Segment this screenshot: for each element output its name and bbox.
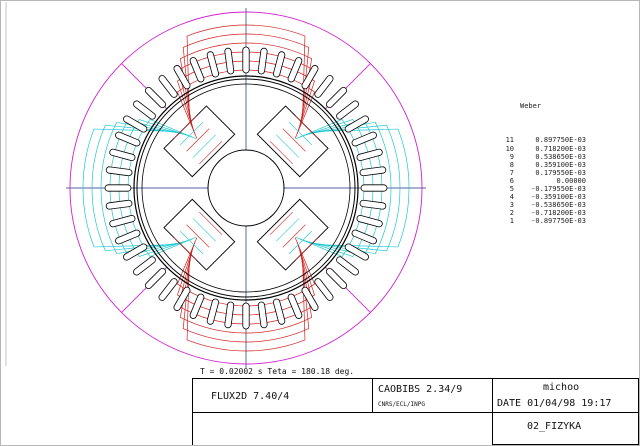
stator-slot — [336, 100, 359, 120]
stator-slot — [105, 166, 133, 177]
legend-level-value: -0.538650E-03 — [531, 201, 586, 210]
stator-slot — [104, 184, 132, 192]
legend-level-index: 2 — [509, 209, 514, 218]
mesher-label: CAOBIBS 2.34/9 — [378, 384, 463, 395]
legend-level-value: 0.897750E-03 — [535, 136, 586, 145]
stator-slot — [189, 293, 205, 319]
stator-slot — [359, 199, 387, 210]
legend-level-value: 0.179550E-03 — [535, 168, 586, 177]
project-cell: 02_FIZYKA — [493, 413, 639, 445]
time-angle-readout: T = 0.02002 s Teta = 180.18 deg. — [200, 367, 355, 376]
rotor-flux-line — [186, 128, 210, 152]
rotor-flux-line — [192, 218, 216, 242]
legend-level-index: 8 — [509, 160, 514, 169]
software-label: FLUX2D 7.40/4 — [211, 391, 290, 402]
legend-rows: 11 0.897750E-03 10 0.718200E-03 9 0.538650E-0… — [500, 136, 586, 225]
legend-row: 2 -0.718200E-03 — [500, 209, 586, 217]
stator-slot — [351, 229, 377, 245]
legend-level-value: 0.538650E-03 — [535, 152, 586, 161]
legend-row: 10 0.718200E-03 — [500, 145, 586, 153]
motor-cross-section — [66, 8, 426, 368]
project-label: 02_FIZYKA — [527, 421, 582, 432]
legend-row: 5 -0.179550E-03 — [500, 185, 586, 193]
flux-legend: Weber 11 0.897750E-03 10 0.718200E-03 9 0.538… — [500, 86, 586, 234]
stator-slot — [115, 131, 141, 147]
user-label: michoo — [543, 382, 580, 393]
legend-row: 1 -0.897750E-03 — [500, 217, 586, 225]
rotor-flux-line — [276, 134, 300, 158]
legend-unit-label: Weber — [520, 102, 542, 111]
legend-level-index: 10 — [505, 144, 514, 153]
stator-slot — [287, 293, 303, 319]
legend-row: 4 -0.359100E-03 — [500, 193, 586, 201]
org-label: CNRS/ECL/INPG — [378, 401, 425, 408]
legend-row: 6 0.00000 — [500, 177, 586, 185]
stator-slot — [314, 278, 334, 301]
rotor-flux-line — [295, 237, 319, 261]
rotor-flux-line — [173, 115, 197, 139]
stator-slot — [314, 75, 334, 98]
stator-slot — [336, 256, 359, 276]
legend-level-index: 3 — [509, 201, 514, 210]
rotor-flux-line — [192, 134, 216, 158]
stator-slot — [325, 267, 348, 290]
legend-level-index: 11 — [505, 136, 514, 145]
stator-slot — [224, 301, 235, 329]
rotor-flux-line — [269, 211, 293, 235]
stator-slot — [359, 166, 387, 177]
legend-level-index: 6 — [509, 176, 514, 185]
legend-row: 9 0.538650E-03 — [500, 153, 586, 161]
stator-slot — [287, 57, 303, 83]
stator-slot — [242, 46, 250, 74]
stator-slot — [133, 256, 156, 276]
legend-row: 7 0.179550E-03 — [500, 169, 586, 177]
shaft-hole — [207, 149, 285, 227]
rotor-flux-line — [282, 224, 306, 248]
legend-row: 11 0.897750E-03 — [500, 136, 586, 144]
legend-level-value: -0.897750E-03 — [531, 217, 586, 226]
legend-level-index: 7 — [509, 168, 514, 177]
stator-slot — [115, 229, 141, 245]
stator-slot — [158, 278, 178, 301]
rotor-flux-line — [295, 115, 319, 139]
blank-cell — [193, 413, 493, 445]
rotor-flux-line — [282, 128, 306, 152]
stator-slot — [257, 47, 268, 75]
rotor-flux-line — [199, 141, 223, 165]
legend-level-value: -0.718200E-03 — [531, 209, 586, 218]
stator-slot — [325, 86, 348, 109]
legend-level-value: -0.359100E-03 — [531, 193, 586, 202]
rotor-flux-line — [199, 211, 223, 235]
mesher-cell: CAOBIBS 2.34/9 CNRS/ECL/INPG — [373, 379, 493, 413]
title-block: FLUX2D 7.40/4 CAOBIBS 2.34/9 CNRS/ECL/IN… — [192, 378, 639, 445]
stator-slot — [360, 184, 388, 192]
legend-level-index: 4 — [509, 193, 514, 202]
legend-level-index: 5 — [509, 185, 514, 194]
rotor-flux-line — [186, 224, 210, 248]
rotor-flux-line — [173, 237, 197, 261]
stator-slot — [144, 86, 167, 109]
stator-slot — [257, 301, 268, 329]
software-cell: FLUX2D 7.40/4 — [193, 379, 373, 413]
legend-row: 8 0.359100E-03 — [500, 161, 586, 169]
stator-slot — [351, 131, 377, 147]
stator-slot — [224, 47, 235, 75]
date-label: DATE 01/04/98 19:17 — [497, 398, 612, 409]
legend-row: 3 -0.538650E-03 — [500, 201, 586, 209]
rotor-flux-line — [269, 141, 293, 165]
legend-level-value: 0.359100E-03 — [535, 160, 586, 169]
legend-level-value: 0.00000 — [556, 176, 586, 185]
rotor-flux-line — [276, 218, 300, 242]
stator-slot — [158, 75, 178, 98]
user-date-cell: michoo DATE 01/04/98 19:17 — [493, 379, 639, 413]
legend-level-value: -0.179550E-03 — [531, 185, 586, 194]
stator-slot — [189, 57, 205, 83]
stator-slot — [242, 302, 250, 330]
legend-level-value: 0.718200E-03 — [535, 144, 586, 153]
legend-level-index: 1 — [509, 217, 514, 226]
legend-level-index: 9 — [509, 152, 514, 161]
stator-slot — [133, 100, 156, 120]
stator-slot — [144, 267, 167, 290]
stator-slot — [105, 199, 133, 210]
